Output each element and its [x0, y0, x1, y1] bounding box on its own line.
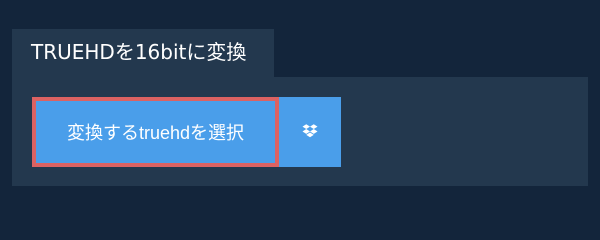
dropbox-button[interactable] — [279, 97, 341, 167]
tab-title: TRUEHDを16bitに変換 — [31, 40, 247, 64]
dropbox-icon — [301, 123, 319, 141]
converter-tab: TRUEHDを16bitに変換 — [12, 29, 274, 77]
select-file-button[interactable]: 変換するtruehdを選択 — [32, 97, 279, 167]
